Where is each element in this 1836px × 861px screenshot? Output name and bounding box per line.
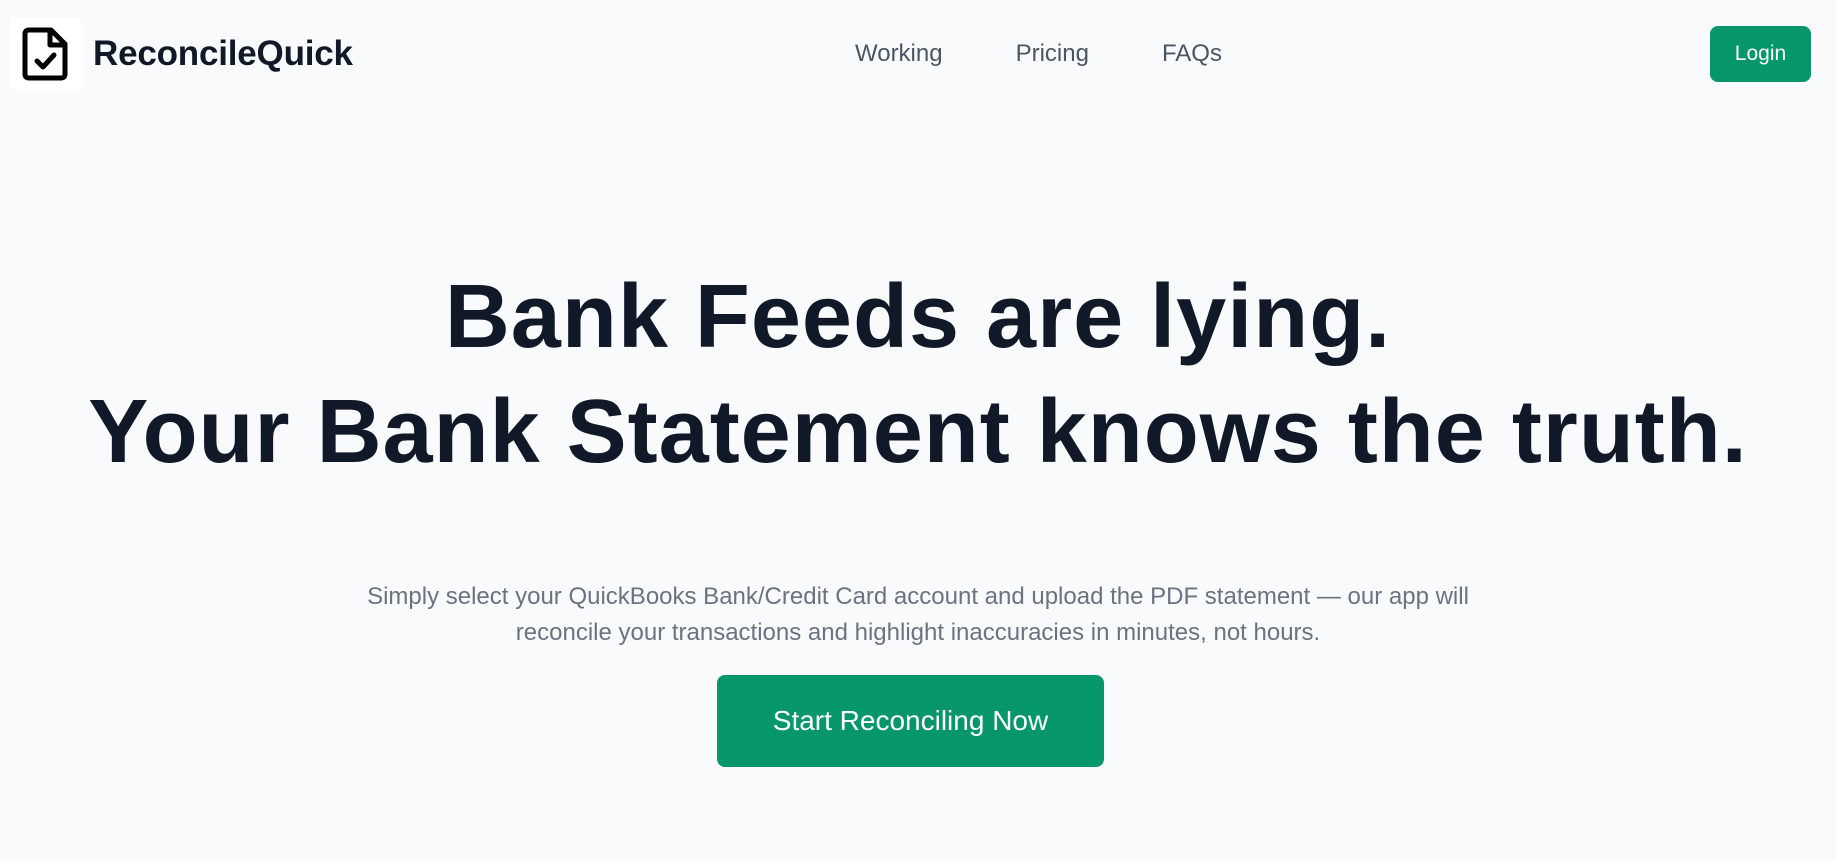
hero-subtext: Simply select your QuickBooks Bank/Credi… <box>0 579 1836 651</box>
start-reconciling-button[interactable]: Start Reconciling Now <box>717 675 1104 767</box>
nav-link-faqs[interactable]: FAQs <box>1162 38 1222 70</box>
file-check-icon <box>10 18 81 89</box>
brand-name: ReconcileQuick <box>93 33 353 73</box>
subtext-line-1: Simply select your QuickBooks Bank/Credi… <box>367 583 1469 610</box>
site-header: ReconcileQuick Working Pricing FAQs Logi… <box>0 0 1836 108</box>
landing-page: ReconcileQuick Working Pricing FAQs Logi… <box>0 0 1836 861</box>
nav-link-working[interactable]: Working <box>855 38 943 70</box>
nav-link-pricing[interactable]: Pricing <box>1016 38 1089 70</box>
main-nav: Working Pricing FAQs <box>855 38 1222 70</box>
hero-section: Bank Feeds are lying. Your Bank Statemen… <box>0 260 1836 490</box>
headline-line-1: Bank Feeds are lying. <box>444 267 1392 367</box>
login-button[interactable]: Login <box>1710 26 1811 82</box>
subtext-line-2: reconcile your transactions and highligh… <box>515 619 1321 646</box>
headline-line-2: Your Bank Statement knows the truth. <box>88 382 1748 482</box>
hero-headline: Bank Feeds are lying. Your Bank Statemen… <box>0 260 1836 490</box>
brand-link[interactable]: ReconcileQuick <box>10 18 353 89</box>
